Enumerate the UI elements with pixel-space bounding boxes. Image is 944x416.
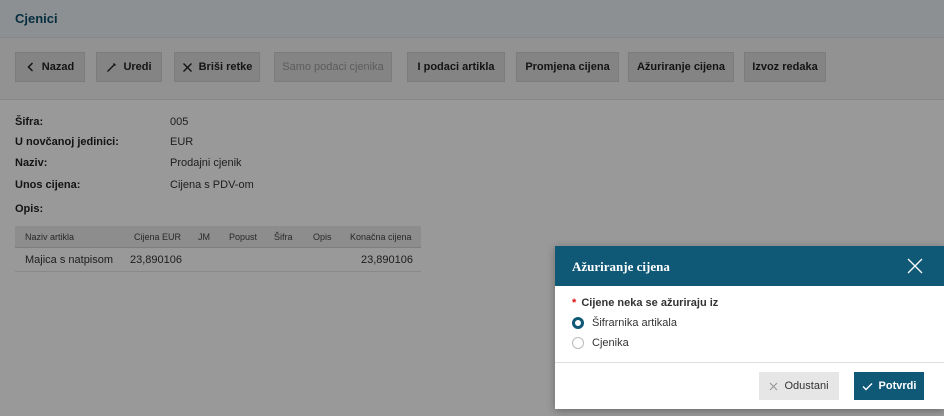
radio-selected-icon (572, 317, 584, 329)
close-icon[interactable] (905, 256, 925, 276)
dialog-footer: Odustani Potvrdi (555, 363, 944, 409)
radio-item-catalog[interactable]: Šifrarnika artikala (572, 317, 677, 329)
required-marker: * (572, 297, 577, 309)
close-icon (770, 382, 778, 390)
cancel-button[interactable]: Odustani (759, 372, 839, 400)
cancel-label: Odustani (784, 380, 829, 392)
radio-pricelist-label: Cjenika (592, 337, 629, 349)
update-source-label: * Cijene neka se ažuriraju iz (572, 297, 718, 309)
update-source-text: Cijene neka se ažuriraju iz (581, 297, 719, 309)
price-update-dialog: Ažuriranje cijena * Cijene neka se ažuri… (555, 246, 944, 409)
dialog-header: Ažuriranje cijena (555, 246, 944, 286)
radio-item-catalog-label: Šifrarnika artikala (592, 317, 677, 329)
checkmark-icon (862, 382, 873, 390)
radio-pricelist[interactable]: Cjenika (572, 337, 629, 349)
confirm-label: Potvrdi (878, 380, 917, 392)
dialog-body: * Cijene neka se ažuriraju iz Šifrarnika… (555, 286, 944, 363)
radio-unselected-icon (572, 337, 584, 349)
confirm-button[interactable]: Potvrdi (854, 372, 924, 400)
dialog-title: Ažuriranje cijena (572, 259, 670, 274)
